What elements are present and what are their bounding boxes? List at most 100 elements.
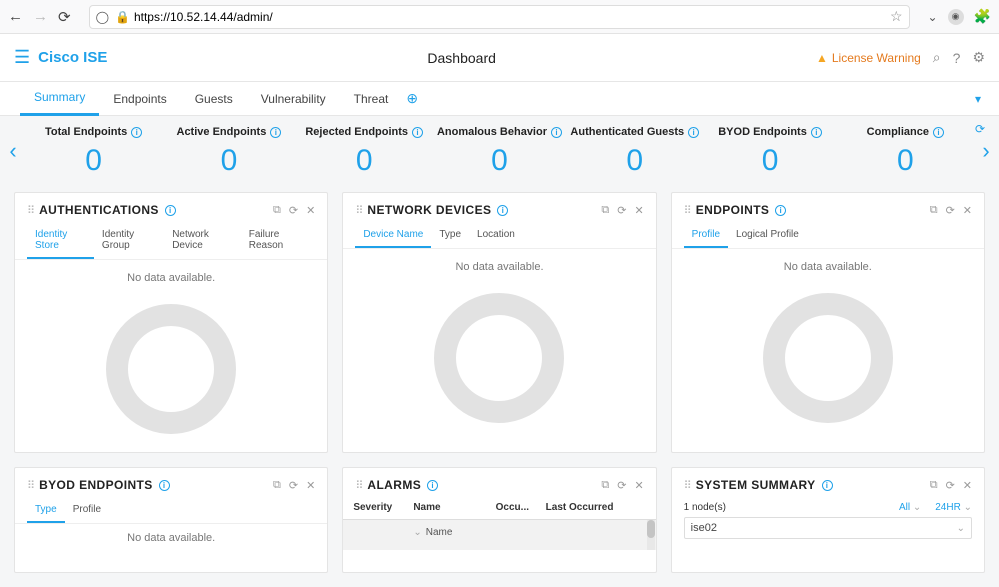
col-last-occurred[interactable]: Last Occurred bbox=[546, 502, 636, 513]
info-icon[interactable]: i bbox=[822, 480, 833, 491]
info-icon[interactable]: i bbox=[159, 480, 170, 491]
card-alarms: ⠿ ALARMSi ⧉ ⟳ ✕ Severity Name Occu... La… bbox=[342, 467, 656, 573]
kpi-scroll-left-icon[interactable]: ‹ bbox=[0, 138, 26, 164]
info-icon[interactable]: i bbox=[688, 127, 699, 138]
kpi-refresh-icon[interactable]: ⟳ bbox=[975, 122, 985, 136]
tab-endpoints[interactable]: Endpoints bbox=[99, 82, 180, 116]
card-tab-identity-group[interactable]: Identity Group bbox=[94, 225, 164, 259]
info-icon[interactable]: i bbox=[131, 127, 142, 138]
tab-add-icon[interactable]: ⊕ bbox=[406, 90, 418, 107]
popout-icon[interactable]: ⧉ bbox=[273, 479, 281, 492]
refresh-icon[interactable]: ⟳ bbox=[289, 204, 298, 217]
close-icon[interactable]: ✕ bbox=[963, 204, 972, 217]
card-tab-location[interactable]: Location bbox=[469, 225, 523, 248]
card-tab-type[interactable]: Type bbox=[431, 225, 469, 248]
close-icon[interactable]: ✕ bbox=[634, 204, 643, 217]
chevron-down-icon: ⌄ bbox=[913, 502, 921, 513]
hamburger-menu-icon[interactable]: ☰ bbox=[14, 47, 30, 68]
node-selected-value: ise02 bbox=[691, 522, 717, 534]
refresh-icon[interactable]: ⟳ bbox=[946, 204, 955, 217]
kpi-active-endpoints[interactable]: Active Endpointsi 0 bbox=[161, 124, 296, 178]
url-input[interactable] bbox=[130, 10, 890, 24]
close-icon[interactable]: ✕ bbox=[963, 479, 972, 492]
license-warning[interactable]: ▲ License Warning bbox=[816, 51, 921, 65]
drag-handle-icon[interactable]: ⠿ bbox=[355, 479, 361, 492]
kpi-byod-endpoints[interactable]: BYOD Endpoints i 0 bbox=[702, 124, 837, 178]
kpi-compliance[interactable]: Compliancei 0 bbox=[838, 124, 973, 178]
tab-vulnerability[interactable]: Vulnerability bbox=[247, 82, 340, 116]
refresh-icon[interactable]: ⟳ bbox=[617, 204, 626, 217]
kpi-label: BYOD Endpoints bbox=[718, 126, 807, 138]
nav-forward-icon: → bbox=[33, 8, 48, 26]
extensions-puzzle-icon[interactable]: 🧩 bbox=[974, 8, 991, 25]
kpi-rejected-endpoints[interactable]: Rejected Endpointsi 0 bbox=[297, 124, 432, 178]
settings-gear-icon[interactable]: ⚙ bbox=[972, 49, 985, 66]
info-icon[interactable]: i bbox=[497, 205, 508, 216]
col-name[interactable]: Name bbox=[413, 502, 495, 513]
info-icon[interactable]: i bbox=[775, 205, 786, 216]
popout-icon[interactable]: ⧉ bbox=[273, 204, 281, 217]
pocket-icon[interactable]: ⌄ bbox=[928, 10, 938, 24]
shield-icon[interactable]: ◯ bbox=[96, 10, 109, 24]
info-icon[interactable]: i bbox=[551, 127, 562, 138]
lock-icon[interactable]: 🔒 bbox=[115, 10, 130, 24]
bookmark-star-icon[interactable]: ☆ bbox=[890, 8, 903, 25]
info-icon[interactable]: i bbox=[412, 127, 423, 138]
card-tab-profile[interactable]: Profile bbox=[65, 500, 109, 523]
extension-icon[interactable]: ◉ bbox=[948, 9, 964, 25]
drag-handle-icon[interactable]: ⠿ bbox=[27, 204, 33, 217]
nodes-count: 1 node(s) bbox=[684, 502, 726, 513]
kpi-authenticated-guests[interactable]: Authenticated Guestsi 0 bbox=[567, 124, 702, 178]
info-icon[interactable]: i bbox=[427, 480, 438, 491]
tab-summary[interactable]: Summary bbox=[20, 82, 99, 116]
drag-handle-icon[interactable]: ⠿ bbox=[27, 479, 33, 492]
tab-guests[interactable]: Guests bbox=[181, 82, 247, 116]
filter-time-dropdown[interactable]: 24HR ⌄ bbox=[935, 502, 972, 513]
col-occurrences[interactable]: Occu... bbox=[496, 502, 546, 513]
refresh-icon[interactable]: ⟳ bbox=[946, 479, 955, 492]
drag-handle-icon[interactable]: ⠿ bbox=[684, 479, 690, 492]
info-icon[interactable]: i bbox=[811, 127, 822, 138]
col-severity[interactable]: Severity bbox=[353, 502, 413, 513]
no-data-text: No data available. bbox=[784, 261, 872, 273]
info-icon[interactable]: i bbox=[933, 127, 944, 138]
app-brand[interactable]: Cisco ISE bbox=[38, 49, 107, 66]
close-icon[interactable]: ✕ bbox=[306, 204, 315, 217]
url-bar[interactable]: ◯ 🔒 ☆ bbox=[89, 5, 910, 29]
close-icon[interactable]: ✕ bbox=[634, 479, 643, 492]
card-tab-profile[interactable]: Profile bbox=[684, 225, 728, 248]
popout-icon[interactable]: ⧉ bbox=[930, 204, 938, 217]
popout-icon[interactable]: ⧉ bbox=[601, 479, 609, 492]
kpi-anomalous-behavior[interactable]: Anomalous Behaviori 0 bbox=[432, 124, 567, 178]
tab-threat[interactable]: Threat bbox=[340, 82, 403, 116]
card-tab-identity-store[interactable]: Identity Store bbox=[27, 225, 94, 259]
card-tab-network-device[interactable]: Network Device bbox=[164, 225, 241, 259]
card-tab-type[interactable]: Type bbox=[27, 500, 65, 523]
search-icon[interactable]: ⌕ bbox=[933, 49, 941, 66]
kpi-total-endpoints[interactable]: Total Endpointsi 0 bbox=[26, 124, 161, 178]
close-icon[interactable]: ✕ bbox=[306, 479, 315, 492]
drag-handle-icon[interactable]: ⠿ bbox=[684, 204, 690, 217]
tabs-collapse-icon[interactable]: ▾ bbox=[975, 92, 981, 106]
kpi-value: 0 bbox=[702, 144, 837, 178]
kpi-scroll-right-icon[interactable]: › bbox=[973, 138, 999, 164]
popout-icon[interactable]: ⧉ bbox=[930, 479, 938, 492]
node-select[interactable]: ise02 ⌄ bbox=[684, 517, 972, 539]
help-icon[interactable]: ? bbox=[953, 50, 961, 66]
drag-handle-icon[interactable]: ⠿ bbox=[355, 204, 361, 217]
card-tab-device-name[interactable]: Device Name bbox=[355, 225, 431, 248]
refresh-icon[interactable]: ⟳ bbox=[289, 479, 298, 492]
card-tab-logical-profile[interactable]: Logical Profile bbox=[728, 225, 807, 248]
info-icon[interactable]: i bbox=[270, 127, 281, 138]
filter-all-dropdown[interactable]: All ⌄ bbox=[899, 502, 921, 513]
card-tab-failure-reason[interactable]: Failure Reason bbox=[241, 225, 316, 259]
card-title: ENDPOINTS bbox=[696, 203, 770, 217]
nav-back-icon[interactable]: ← bbox=[8, 8, 23, 26]
info-icon[interactable]: i bbox=[165, 205, 176, 216]
refresh-icon[interactable]: ⟳ bbox=[617, 479, 626, 492]
popout-icon[interactable]: ⧉ bbox=[601, 204, 609, 217]
alarm-sort-name[interactable]: ⌄ Name bbox=[413, 527, 505, 538]
alarms-scrollbar[interactable] bbox=[647, 520, 655, 550]
warning-triangle-icon: ▲ bbox=[816, 51, 828, 65]
nav-reload-icon[interactable]: ⟳ bbox=[58, 8, 71, 26]
